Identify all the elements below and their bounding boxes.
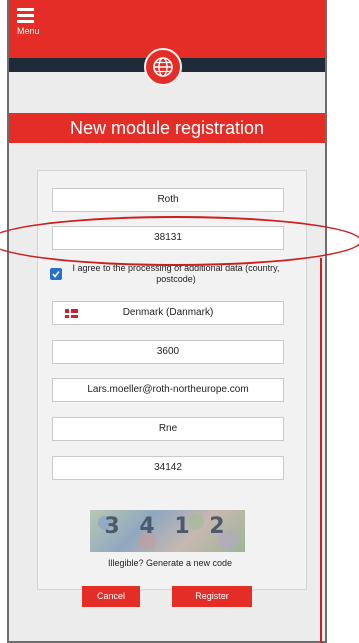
consent-checkbox[interactable] — [50, 268, 62, 280]
logo-badge — [144, 48, 182, 86]
email-field[interactable]: Lars.moeller@roth-northeurope.com — [52, 378, 284, 402]
name-field[interactable]: Rne — [52, 417, 284, 441]
highlight-oval — [0, 216, 359, 266]
register-button[interactable]: Register — [172, 586, 252, 607]
captcha-characters: 3 4 1 2 — [104, 514, 231, 539]
consent-row: I agree to the processing of additional … — [48, 263, 288, 289]
country-select[interactable]: Denmark (Danmark) — [52, 301, 284, 325]
hamburger-icon-bar — [17, 20, 34, 23]
menu-label: Menu — [17, 26, 40, 36]
menu-button[interactable]: Menu — [17, 8, 51, 46]
cancel-button[interactable]: Cancel — [82, 586, 140, 607]
postcode-field[interactable]: 3600 — [52, 340, 284, 364]
hamburger-icon-bar — [17, 14, 34, 17]
highlight-line — [320, 258, 322, 643]
globe-icon — [153, 57, 173, 77]
denmark-flag-icon — [65, 309, 78, 318]
company-field[interactable]: Roth — [52, 188, 284, 212]
page-title: New module registration — [9, 113, 325, 143]
consent-label: I agree to the processing of additional … — [72, 263, 280, 284]
code-field[interactable]: 34142 — [52, 456, 284, 480]
check-icon — [52, 271, 60, 278]
captcha-image: 3 4 1 2 — [90, 510, 245, 552]
hamburger-icon — [17, 8, 34, 11]
regenerate-code-link[interactable]: Illegible? Generate a new code — [70, 558, 270, 568]
country-value: Denmark (Danmark) — [122, 307, 214, 318]
